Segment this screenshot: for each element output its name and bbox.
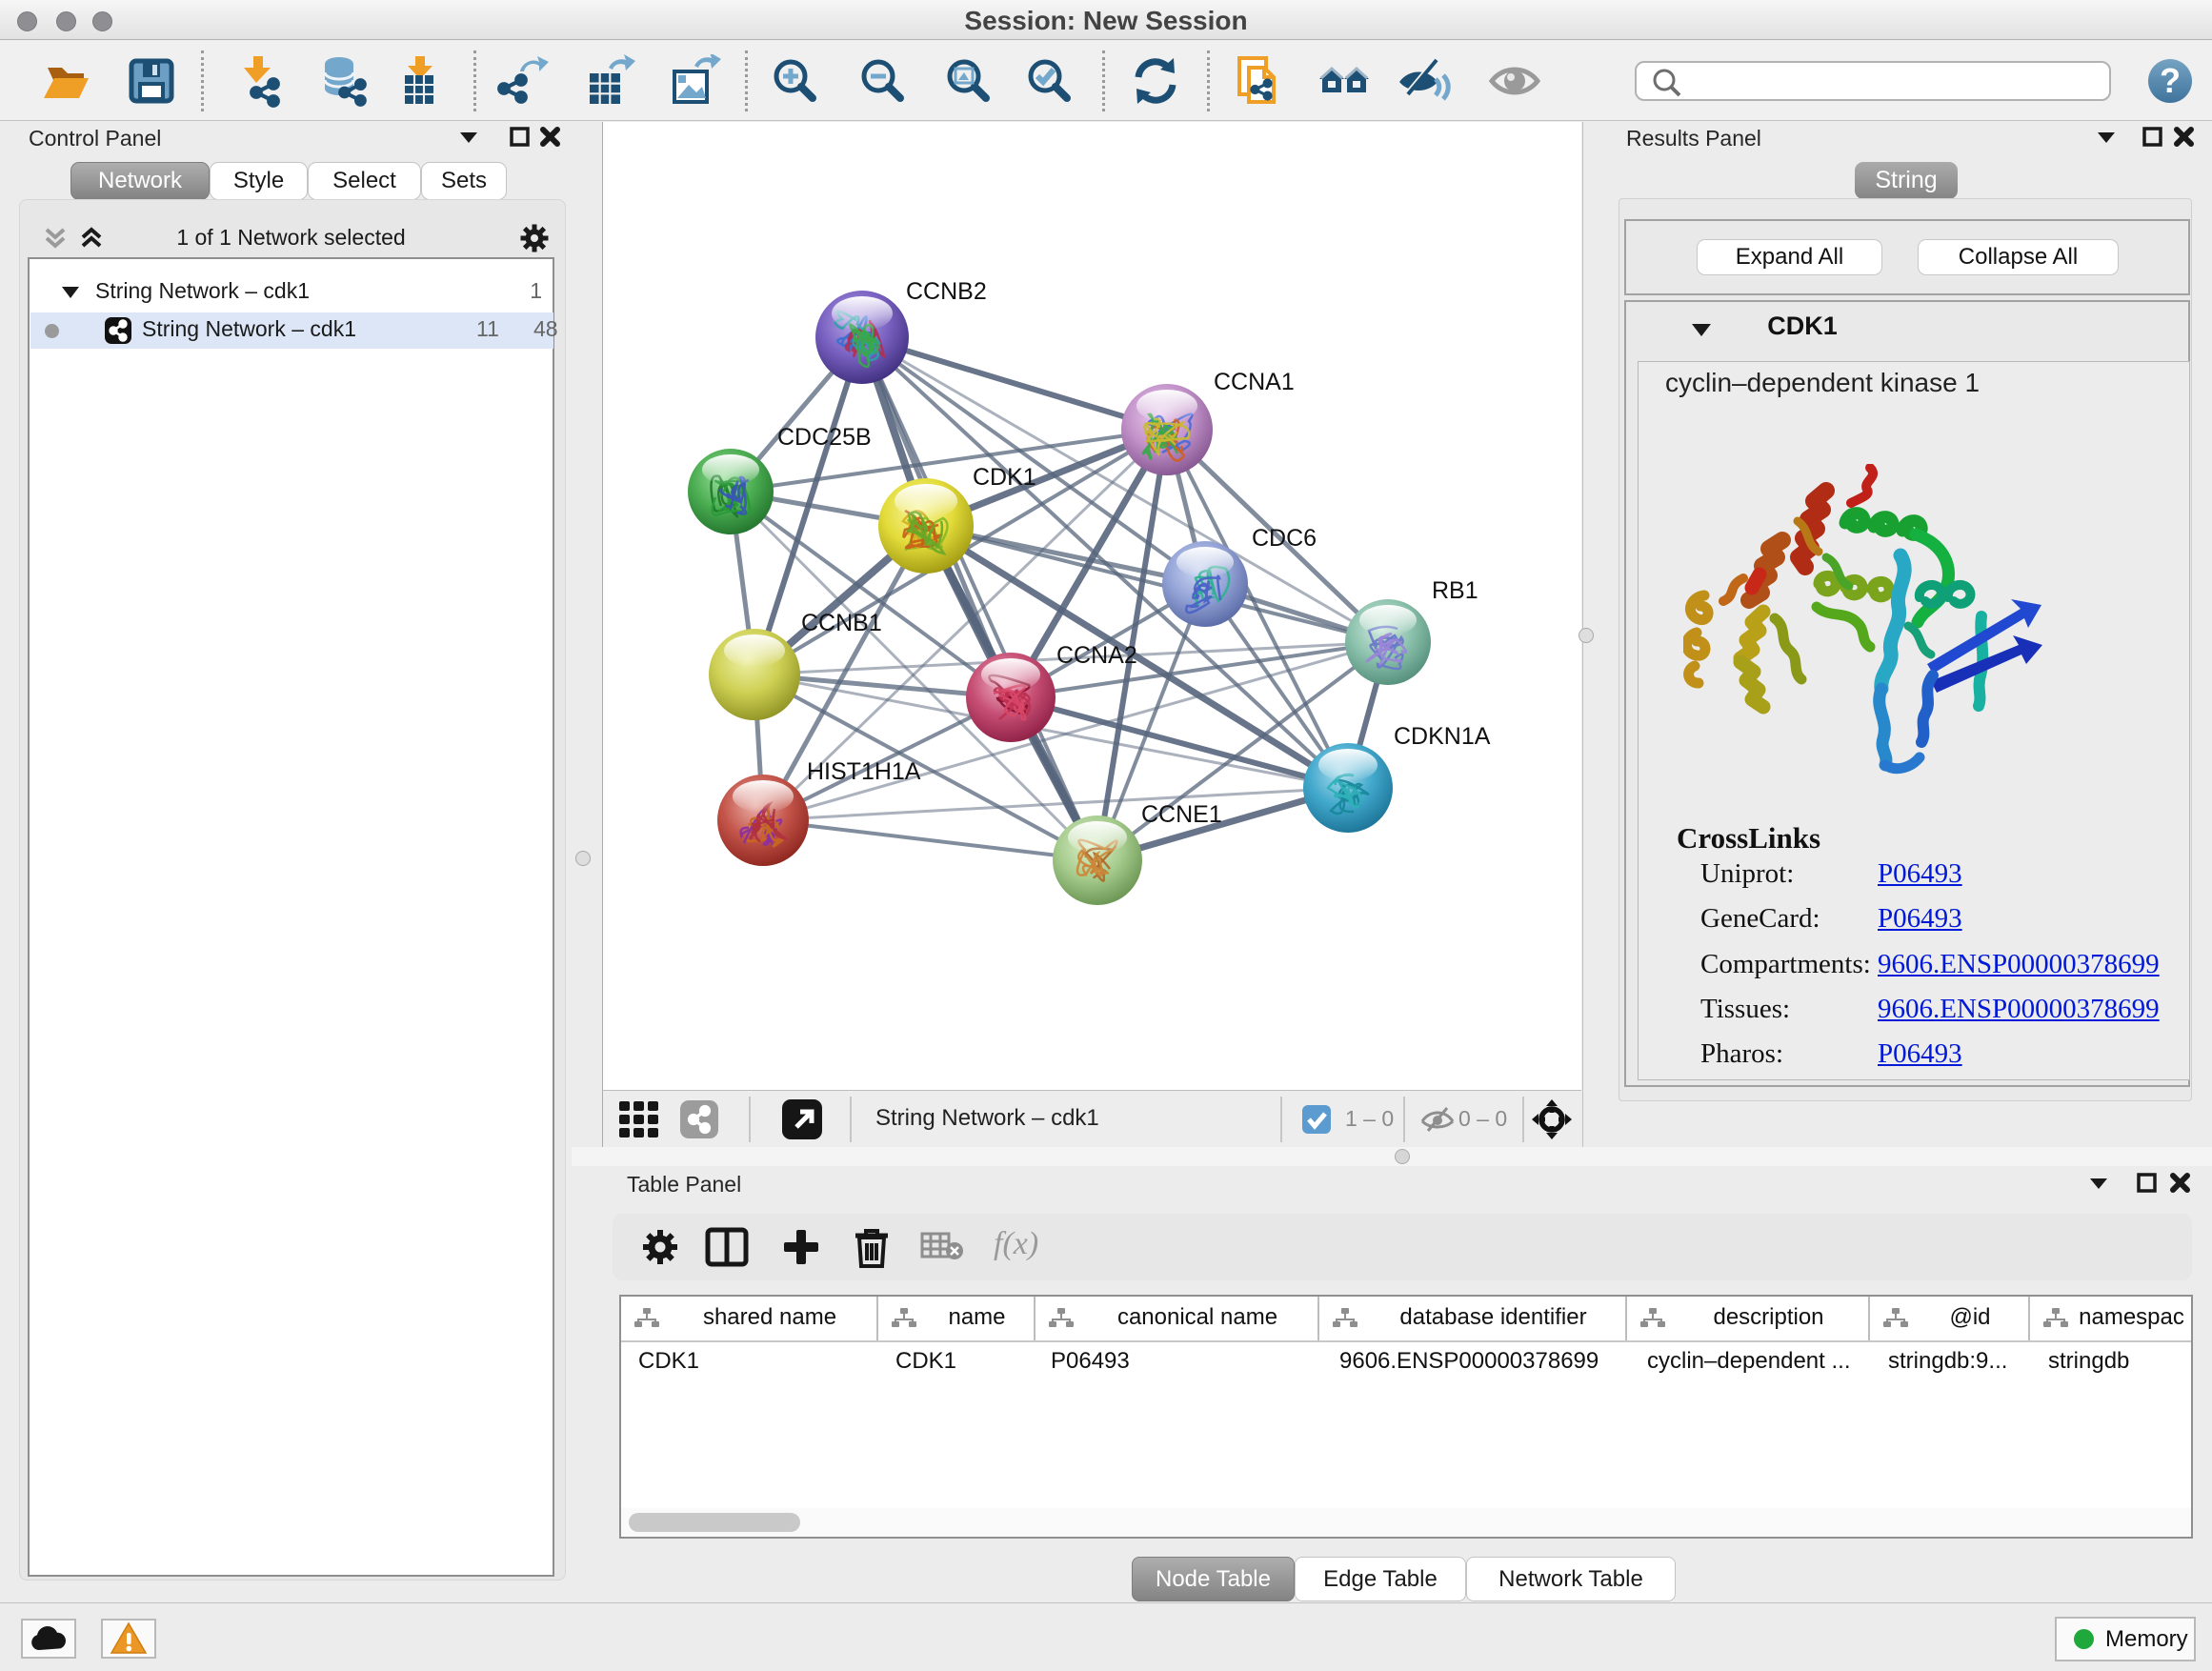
svg-text:CCNA1: CCNA1 (1214, 369, 1295, 395)
svg-text:CCNA2: CCNA2 (1056, 642, 1137, 669)
svg-text:CDC25B: CDC25B (777, 424, 872, 451)
svg-text:RB1: RB1 (1432, 577, 1478, 604)
svg-text:CDKN1A: CDKN1A (1394, 723, 1491, 750)
svg-text:CDK1: CDK1 (973, 464, 1036, 491)
svg-text:CCNE1: CCNE1 (1141, 801, 1222, 828)
svg-text:CCNB1: CCNB1 (801, 610, 882, 636)
svg-text:?: ? (2160, 61, 2181, 100)
svg-text:CDC6: CDC6 (1252, 525, 1317, 552)
svg-text:HIST1H1A: HIST1H1A (807, 758, 921, 785)
svg-text:CCNB2: CCNB2 (906, 278, 987, 305)
